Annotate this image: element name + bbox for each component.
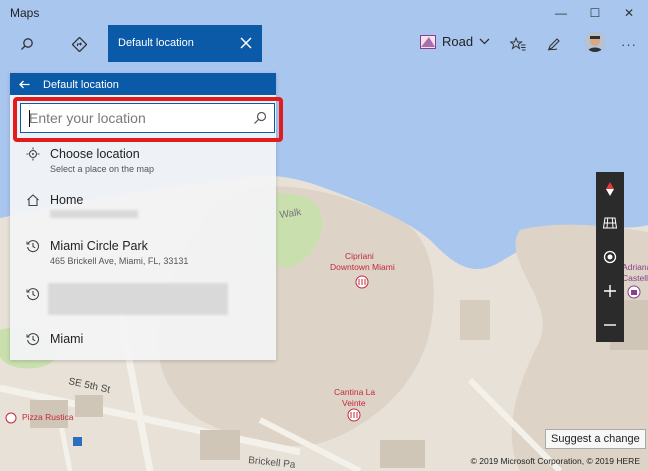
redacted-entry	[48, 283, 228, 315]
more-icon: ···	[621, 36, 637, 52]
map-style-selector[interactable]: Road	[420, 34, 490, 49]
minimize-button[interactable]: —	[544, 0, 578, 26]
minimize-icon: —	[555, 6, 567, 20]
chevron-down-icon	[479, 38, 490, 45]
road-view-icon	[420, 34, 436, 49]
tab-label: Default location	[118, 37, 194, 49]
map-label-cipriani[interactable]: Cipriani	[345, 251, 374, 261]
search-icon	[21, 38, 33, 50]
highlight-box	[13, 97, 283, 142]
list-item-redacted[interactable]	[20, 283, 276, 317]
suggest-change-button[interactable]: Suggest a change	[545, 429, 646, 449]
list-item-subtitle: 465 Brickell Ave, Miami, FL, 33131	[50, 256, 189, 266]
history-icon	[26, 287, 40, 301]
tilt-button[interactable]	[596, 206, 624, 240]
list-item-title: Choose location	[50, 147, 140, 161]
restaurant-pin-icon[interactable]	[355, 275, 369, 289]
favorites-button[interactable]	[506, 26, 530, 62]
map-label-cipriani-2[interactable]: Downtown Miami	[330, 262, 395, 272]
ink-button[interactable]	[542, 26, 566, 62]
map-label-adriana-2[interactable]: Castelle	[622, 273, 648, 283]
favorites-icon	[510, 37, 526, 51]
my-location-button[interactable]	[596, 240, 624, 274]
list-item-title: Miami Circle Park	[50, 239, 148, 253]
panel-header: Default location	[10, 73, 276, 95]
grid-3d-icon	[603, 217, 617, 229]
list-item-miami-circle-park[interactable]: Miami Circle Park 465 Brickell Ave, Miam…	[20, 239, 276, 269]
list-item-home[interactable]: Home	[20, 193, 276, 223]
maximize-button[interactable]: ☐	[578, 0, 612, 26]
home-icon	[26, 193, 40, 207]
compass-button[interactable]	[596, 172, 624, 206]
close-window-button[interactable]: ✕	[612, 0, 646, 26]
map-label-adriana[interactable]: Adriana	[622, 262, 648, 272]
choose-location-icon	[26, 147, 40, 161]
list-item-title: Home	[50, 193, 84, 207]
list-item-subtitle: Select a place on the map	[50, 164, 155, 174]
list-item-choose-location[interactable]: Choose location Select a place on the ma…	[20, 147, 276, 177]
tab-default-location[interactable]: Default location	[108, 25, 262, 62]
directions-icon	[71, 36, 87, 52]
redacted-address	[50, 210, 138, 218]
restaurant-pin-icon[interactable]	[347, 408, 361, 422]
back-button[interactable]	[16, 76, 32, 92]
shopping-pin-icon[interactable]	[627, 285, 641, 299]
locate-icon	[603, 250, 617, 264]
zoom-out-button[interactable]	[596, 308, 624, 342]
close-icon	[240, 37, 252, 49]
more-options-button[interactable]: ···	[618, 26, 640, 62]
plus-icon	[604, 285, 616, 297]
back-arrow-icon	[18, 80, 29, 88]
map-controls	[596, 172, 624, 342]
maximize-icon: ☐	[589, 6, 601, 20]
close-tab-button[interactable]	[234, 31, 258, 55]
user-photo-icon	[585, 32, 605, 52]
title-bar: Maps — ☐ ✕	[0, 0, 648, 26]
avatar[interactable]	[585, 32, 605, 52]
map-label-pizza[interactable]: Pizza Rustica	[22, 412, 74, 422]
directions-button[interactable]	[64, 26, 94, 62]
history-icon	[26, 332, 40, 346]
map-label-cantina-2[interactable]: Veinte	[342, 398, 366, 408]
close-icon: ✕	[623, 6, 635, 20]
search-button[interactable]	[12, 26, 42, 62]
pen-icon	[547, 38, 560, 51]
copyright-text: © 2019 Microsoft Corporation, © 2019 HER…	[470, 456, 640, 466]
map-label-cantina[interactable]: Cantina La	[334, 387, 375, 397]
history-icon	[26, 239, 40, 253]
panel-title: Default location	[43, 79, 119, 91]
list-item-title: Miami	[50, 332, 84, 346]
map-style-label: Road	[442, 34, 474, 49]
list-item-miami[interactable]: Miami	[20, 332, 276, 352]
zoom-in-button[interactable]	[596, 274, 624, 308]
minus-icon	[604, 324, 616, 326]
compass-icon	[606, 182, 614, 196]
restaurant-pin-icon[interactable]	[5, 412, 17, 424]
app-title: Maps	[10, 6, 40, 20]
shopping-pin-icon[interactable]	[73, 437, 82, 446]
